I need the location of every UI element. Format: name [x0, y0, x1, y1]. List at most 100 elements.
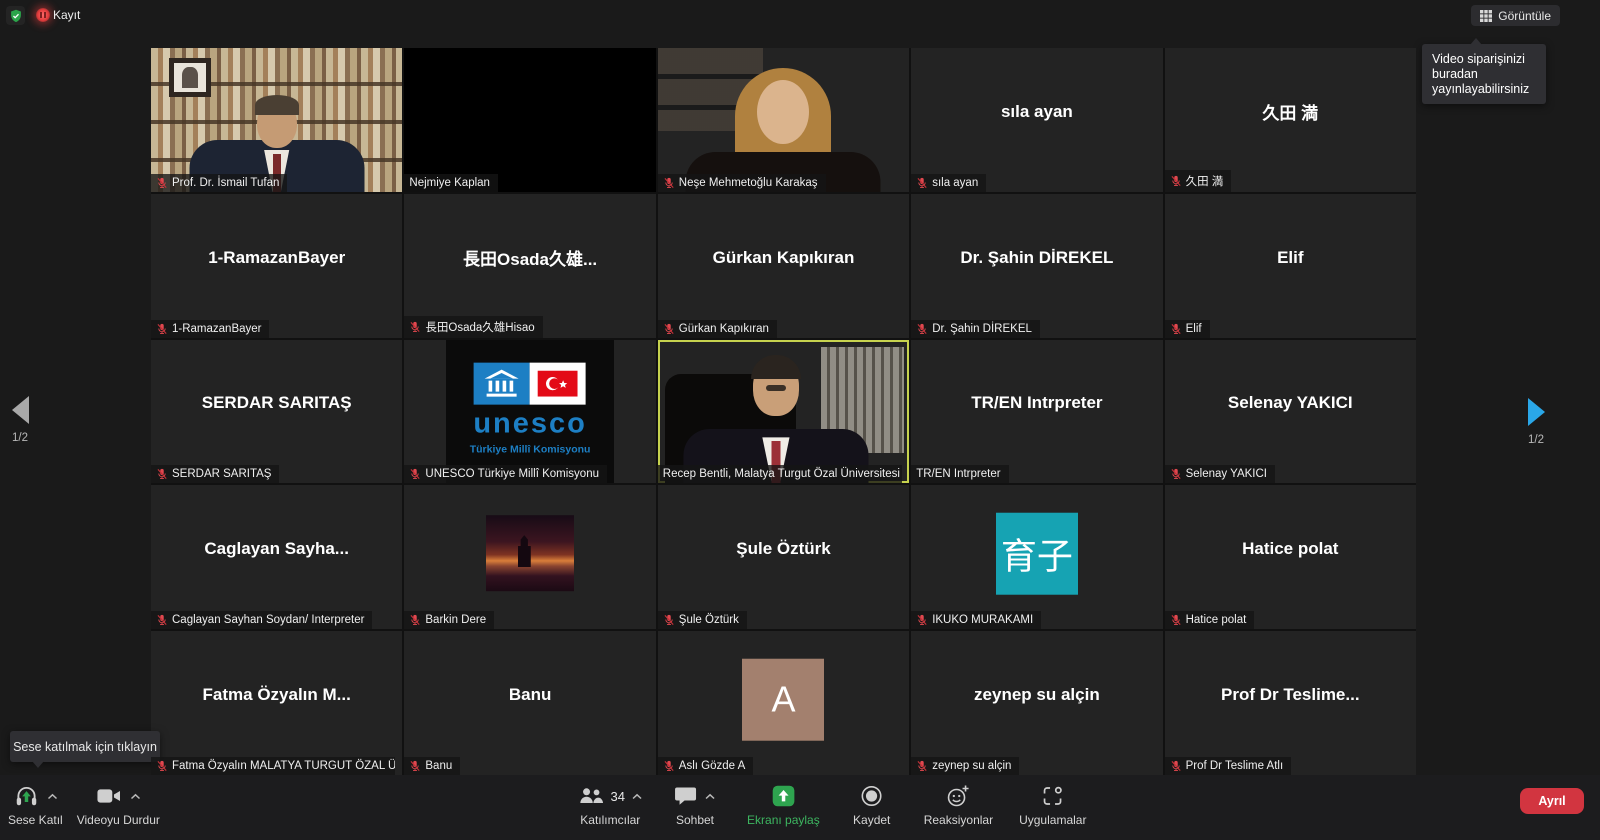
mic-muted-icon — [156, 323, 168, 335]
person-hair — [751, 355, 801, 379]
participant-name-label: Gürkan Kapıkıran — [658, 320, 777, 338]
participant-name-label: 1-RamazanBayer — [151, 320, 269, 338]
stop-video-button[interactable]: Videoyu Durdur — [77, 781, 160, 827]
share-screen-button[interactable]: Ekranı paylaş — [747, 781, 820, 827]
participant-display-name: Hatice polat — [1165, 485, 1416, 629]
next-page-control[interactable]: 1/2 — [1528, 398, 1558, 446]
join-audio-tooltip: Sese katılmak için tıklayın — [10, 731, 160, 762]
participants-button[interactable]: 34 Katılımcılar — [578, 781, 643, 827]
unesco-wordmark: unesco — [473, 410, 587, 439]
headphones-join-audio-icon — [13, 783, 40, 809]
video-tile[interactable]: Caglayan Sayha... Caglayan Sayhan Soydan… — [151, 485, 402, 629]
next-page-arrow-icon[interactable] — [1528, 398, 1545, 426]
participant-name-label: Aslı Gözde A — [658, 757, 753, 775]
participant-name-text: 1-RamazanBayer — [172, 323, 261, 335]
record-label: Kaydet — [853, 813, 890, 827]
participant-name-text: UNESCO Türkiye Millî Komisyonu — [425, 468, 599, 480]
participant-name-text: Selenay YAKICI — [1186, 468, 1267, 480]
mic-muted-icon — [409, 760, 421, 772]
share-screen-icon — [770, 783, 796, 809]
avatar: A — [742, 659, 824, 741]
participant-name-label: Selenay YAKICI — [1165, 465, 1275, 483]
video-tile[interactable]: Elif Elif — [1165, 194, 1416, 338]
video-tile[interactable]: Nejmiye Kaplan — [404, 48, 655, 192]
video-tile[interactable]: Prof Dr Teslime... Prof Dr Teslime Atlı — [1165, 631, 1416, 775]
participant-name-label: Dr. Şahin DİREKEL — [911, 320, 1040, 338]
participant-name-text: Aslı Gözde A — [679, 760, 745, 772]
participant-display-name: zeynep su alçin — [911, 631, 1162, 775]
mic-muted-icon — [663, 614, 675, 626]
video-tile[interactable]: Hatice polat Hatice polat — [1165, 485, 1416, 629]
leave-button[interactable]: Ayrıl — [1520, 788, 1584, 814]
chat-icon — [674, 785, 698, 807]
participant-display-name: Caglayan Sayha... — [151, 485, 402, 629]
participant-display-name: Gürkan Kapıkıran — [658, 194, 909, 338]
security-shield-icon[interactable] — [6, 6, 25, 25]
video-tile[interactable]: Selenay YAKICI Selenay YAKICI — [1165, 340, 1416, 484]
participants-menu-caret[interactable] — [632, 793, 643, 800]
stop-video-menu-caret[interactable] — [130, 793, 141, 800]
video-tile[interactable]: 育子 IKUKO MURAKAMI — [911, 485, 1162, 629]
participant-name-label: IKUKO MURAKAMI — [911, 611, 1041, 629]
video-tile[interactable]: unescoTürkiye Millî Komisyonu UNESCO Tür… — [404, 340, 655, 484]
video-tile[interactable]: zeynep su alçin zeynep su alçin — [911, 631, 1162, 775]
participant-name-label: sıla ayan — [911, 174, 986, 192]
chat-label: Sohbet — [676, 813, 714, 827]
previous-page-control[interactable]: 1/2 — [12, 396, 42, 444]
video-tile[interactable]: Gürkan Kapıkıran Gürkan Kapıkıran — [658, 194, 909, 338]
participant-name-text: SERDAR SARITAŞ — [172, 468, 271, 480]
participant-name-text: Banu — [425, 760, 452, 772]
participant-name-text: Dr. Şahin DİREKEL — [932, 323, 1032, 335]
join-audio-label: Sese Katıl — [8, 813, 63, 827]
view-button-label: Görüntüle — [1498, 9, 1551, 23]
video-order-tooltip: Video siparişinizi buradan yayınlayabili… — [1422, 44, 1546, 104]
video-tile[interactable]: Prof. Dr. İsmail Tufan — [151, 48, 402, 192]
participant-name-label: Banu — [404, 757, 460, 775]
video-tile[interactable]: 久田 満 久田 満 — [1165, 48, 1416, 192]
participant-display-name: Banu — [404, 631, 655, 775]
mic-muted-icon — [663, 323, 675, 335]
chat-button[interactable]: Sohbet — [669, 781, 721, 827]
participant-display-name: Prof Dr Teslime... — [1165, 631, 1416, 775]
video-tile[interactable]: Banu Banu — [404, 631, 655, 775]
join-audio-menu-caret[interactable] — [47, 793, 58, 800]
unesco-temple-icon — [485, 369, 519, 399]
video-tile[interactable]: A Aslı Gözde A — [658, 631, 909, 775]
apps-button[interactable]: Uygulamalar — [1019, 781, 1086, 827]
video-tile[interactable]: 長田Osada久雄... 長田Osada久雄Hisao — [404, 194, 655, 338]
participant-name-text: 長田Osada久雄Hisao — [425, 319, 534, 335]
wall-picture — [169, 58, 212, 97]
video-tile[interactable]: Dr. Şahin DİREKEL Dr. Şahin DİREKEL — [911, 194, 1162, 338]
video-tile[interactable]: Neşe Mehmetoğlu Karakaş — [658, 48, 909, 192]
video-tile[interactable]: sıla ayan sıla ayan — [911, 48, 1162, 192]
mic-muted-icon — [663, 177, 675, 189]
join-audio-button[interactable]: Sese Katıl — [8, 781, 63, 827]
participant-name-text: Recep Bentli, Malatya Turgut Özal Üniver… — [663, 468, 900, 480]
mic-muted-icon — [663, 760, 675, 772]
view-button[interactable]: Görüntüle — [1471, 5, 1560, 26]
video-tile[interactable]: Fatma Özyalın M... Fatma Özyalın MALATYA… — [151, 631, 402, 775]
participant-name-text: Gürkan Kapıkıran — [679, 323, 769, 335]
video-tile[interactable]: TR/EN IntrpreterTR/EN Intrpreter — [911, 340, 1162, 484]
participant-name-label: Caglayan Sayhan Soydan/ Interpreter — [151, 611, 372, 629]
tower-silhouette — [518, 535, 531, 567]
chat-menu-caret[interactable] — [705, 793, 716, 800]
participant-name-label: Elif — [1165, 320, 1210, 338]
mic-muted-icon — [1170, 760, 1182, 772]
video-tile[interactable]: Şule Öztürk Şule Öztürk — [658, 485, 909, 629]
record-button[interactable]: Kaydet — [846, 781, 898, 827]
reactions-button[interactable]: Reaksiyonlar — [924, 781, 993, 827]
video-tile[interactable]: 1-RamazanBayer 1-RamazanBayer — [151, 194, 402, 338]
mic-muted-icon — [916, 177, 928, 189]
participant-name-label: Neşe Mehmetoğlu Karakaş — [658, 174, 826, 192]
participant-name-label: UNESCO Türkiye Millî Komisyonu — [404, 465, 607, 483]
video-tile[interactable]: SERDAR SARITAŞ SERDAR SARITAŞ — [151, 340, 402, 484]
video-tile[interactable]: Barkin Dere — [404, 485, 655, 629]
join-audio-tooltip-text: Sese katılmak için tıklayın — [13, 740, 157, 754]
participant-name-label: Prof Dr Teslime Atlı — [1165, 757, 1292, 775]
video-tile[interactable]: Recep Bentli, Malatya Turgut Özal Üniver… — [658, 340, 909, 484]
mic-muted-icon — [156, 614, 168, 626]
recording-indicator-icon[interactable] — [36, 8, 50, 22]
participant-name-text: Prof. Dr. İsmail Tufan — [172, 177, 279, 189]
previous-page-arrow-icon[interactable] — [12, 396, 29, 424]
